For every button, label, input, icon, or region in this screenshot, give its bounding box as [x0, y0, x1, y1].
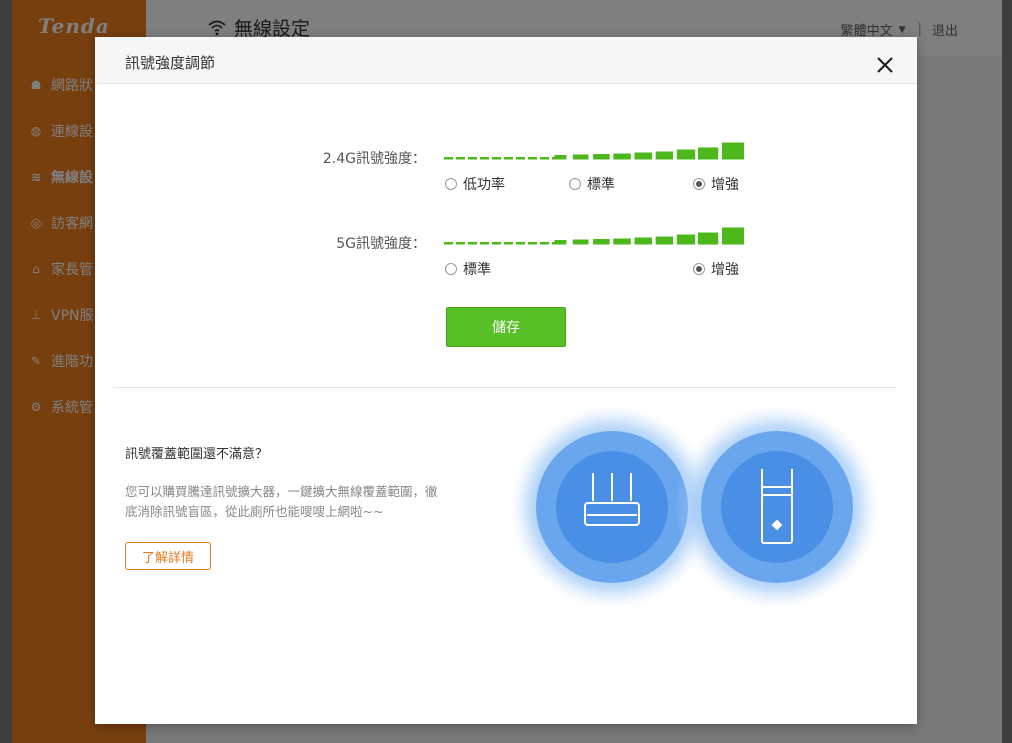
signal-dash: [480, 242, 489, 245]
signal-dash: [456, 242, 465, 245]
radio-label: 標準: [463, 262, 491, 278]
band5-label: 5G訊號強度：: [336, 236, 426, 252]
signal-dash: [468, 157, 477, 160]
radio-label: 標準: [587, 177, 615, 193]
signal-block: [554, 155, 567, 160]
signal-block: [721, 142, 744, 160]
radio-circle[interactable]: [569, 178, 581, 190]
learn-more-button[interactable]: 了解詳情: [125, 542, 211, 570]
signal-dash: [480, 157, 489, 160]
signal-dash: [504, 242, 513, 245]
extender-glow: [675, 405, 879, 609]
signal-block: [721, 227, 744, 245]
signal-block: [613, 238, 631, 245]
close-icon[interactable]: [875, 55, 895, 75]
signal-block: [572, 154, 589, 160]
signal-dash: [492, 157, 501, 160]
radio-circle[interactable]: [445, 263, 457, 275]
extender-illustration: [510, 405, 879, 609]
signal-block: [572, 239, 589, 245]
dialog-title: 訊號強度調節: [125, 54, 216, 72]
dialog-header: 訊號強度調節: [95, 37, 917, 84]
signal-block: [613, 153, 631, 160]
band24-option-standard[interactable]: 標準: [569, 174, 615, 194]
signal-dash: [516, 242, 525, 245]
signal-dash: [444, 157, 453, 160]
band24-label: 2.4G訊號強度：: [322, 151, 426, 167]
signal-dash: [516, 157, 525, 160]
signal-block: [697, 232, 719, 245]
signal-dash: [528, 157, 537, 160]
signal-block: [697, 147, 719, 160]
save-button[interactable]: 儲存: [446, 307, 566, 347]
signal-dash: [468, 242, 477, 245]
signal-block: [655, 236, 674, 245]
signal-block: [593, 154, 610, 160]
signal-dash: [504, 157, 513, 160]
signal-strength-dialog: 訊號強度調節 2.4G訊號強度： 低功率 標準 增強 5G訊號強度： 標準 增強…: [95, 37, 917, 724]
signal-dash: [456, 157, 465, 160]
signal-block: [676, 149, 696, 160]
signal-block: [634, 237, 652, 245]
signal-block: [554, 240, 567, 245]
radio-circle-checked[interactable]: [693, 263, 705, 275]
signal-dash: [444, 242, 453, 245]
signal-dash: [540, 242, 549, 245]
promo-description: 您可以購買騰達訊號擴大器，一鍵擴大無線覆蓋範圍，徹底消除訊號盲區，從此廁所也能嗖…: [125, 484, 438, 519]
signal-dash: [528, 242, 537, 245]
section-divider: [113, 387, 897, 388]
signal-block: [655, 151, 674, 160]
radio-circle-checked[interactable]: [693, 178, 705, 190]
signal-dash: [492, 242, 501, 245]
promo-title: 訊號覆蓋範圍還不滿意？: [125, 447, 269, 462]
radio-circle[interactable]: [445, 178, 457, 190]
signal-block: [593, 239, 610, 245]
band24-option-low[interactable]: 低功率: [445, 174, 505, 194]
band5-strength-bars: [444, 227, 744, 245]
band5-option-boost[interactable]: 增強: [693, 259, 739, 279]
band24-strength-bars: [444, 142, 744, 160]
radio-label: 低功率: [463, 177, 505, 193]
signal-block: [634, 152, 652, 160]
band24-option-boost[interactable]: 增強: [693, 174, 739, 194]
radio-label: 增強: [711, 177, 739, 193]
radio-label: 增強: [711, 262, 739, 278]
signal-dash: [540, 157, 549, 160]
band5-option-standard[interactable]: 標準: [445, 259, 491, 279]
signal-block: [676, 234, 696, 245]
